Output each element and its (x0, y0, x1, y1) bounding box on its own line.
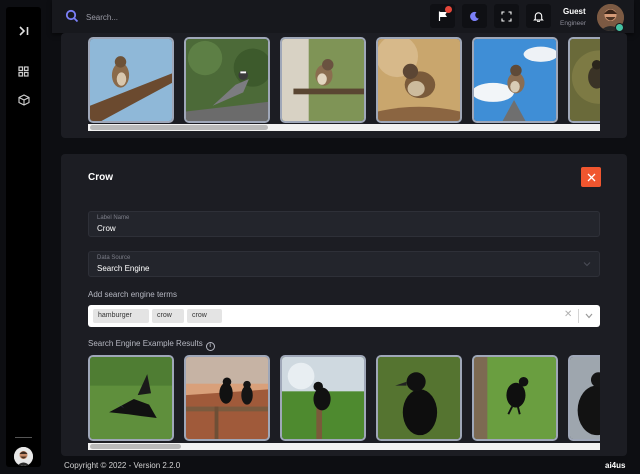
terms-separator (578, 309, 579, 323)
moon-icon (470, 11, 479, 21)
user-role: Engineer (560, 20, 587, 27)
chevron-down-icon[interactable] (583, 260, 591, 268)
sparrow-image-strip[interactable] (88, 37, 600, 123)
data-source-select[interactable]: Data Source Search Engine (88, 251, 600, 277)
crow-image-strip[interactable] (88, 355, 600, 442)
crow-image-4[interactable] (376, 355, 462, 441)
cube-icon[interactable] (6, 85, 41, 115)
chevron-down-icon[interactable] (585, 313, 593, 319)
label-name-field[interactable]: Label Name Crow (88, 211, 600, 237)
crow-image-2[interactable] (184, 355, 270, 441)
sidebar (6, 7, 41, 467)
bell-icon (533, 11, 544, 22)
search-icon (65, 9, 79, 23)
terms-label: Add search engine terms (88, 290, 177, 299)
search-terms-input[interactable]: hamburger crow crow ✕ (88, 305, 600, 327)
field-label: Label Name (97, 215, 130, 221)
sparrow-image-6[interactable] (568, 37, 600, 123)
term-chip[interactable]: crow (152, 309, 184, 323)
term-chip[interactable]: hamburger (93, 309, 149, 323)
sidebar-divider (15, 437, 32, 438)
copyright-text: Copyright © 2022 - Version 2.2.0 (64, 461, 181, 470)
scrollbar-thumb[interactable] (90, 444, 181, 449)
label-panel: Crow Label Name Crow Data Source Search … (61, 154, 627, 456)
term-chip[interactable]: crow (187, 309, 222, 323)
top-header: Guest Engineer (52, 0, 634, 33)
results-label: Search Engine Example Results i (88, 339, 215, 351)
sparrow-image-3[interactable] (280, 37, 366, 123)
flag-button[interactable] (430, 4, 455, 28)
sparrow-image-2[interactable] (184, 37, 270, 123)
label-name-value[interactable]: Crow (97, 224, 116, 233)
sparrow-image-4[interactable] (376, 37, 462, 123)
fullscreen-button[interactable] (494, 4, 519, 28)
crow-image-6[interactable] (568, 355, 600, 441)
fullscreen-icon (501, 10, 512, 22)
results-label-text: Search Engine Example Results (88, 339, 203, 348)
scrollbar-thumb[interactable] (90, 125, 268, 130)
close-icon (587, 173, 595, 181)
close-button[interactable] (581, 167, 601, 187)
field-label: Data Source (97, 255, 131, 261)
sidebar-avatar[interactable] (14, 447, 33, 466)
search-input[interactable] (86, 8, 346, 26)
user-name[interactable]: Guest (563, 7, 586, 16)
sparrow-results-panel (61, 33, 627, 138)
notification-badge (445, 6, 452, 13)
sparrow-image-1[interactable] (88, 37, 174, 123)
theme-toggle-button[interactable] (462, 4, 487, 28)
dashboard-grid-icon[interactable] (6, 56, 41, 86)
online-status-indicator (615, 23, 624, 32)
crow-image-3[interactable] (280, 355, 366, 441)
info-icon[interactable]: i (205, 342, 215, 351)
label-title: Crow (88, 172, 113, 183)
collapse-sidebar-icon[interactable] (6, 16, 41, 46)
sparrow-strip-scrollbar[interactable] (88, 124, 600, 131)
clear-terms-icon[interactable]: ✕ (564, 309, 572, 320)
crow-image-1[interactable] (88, 355, 174, 441)
brand-name: ai4us (605, 461, 626, 470)
data-source-value[interactable]: Search Engine (97, 264, 149, 273)
sparrow-image-5[interactable] (472, 37, 558, 123)
crow-strip-scrollbar[interactable] (88, 443, 600, 450)
notifications-button[interactable] (526, 4, 551, 28)
crow-image-5[interactable] (472, 355, 558, 441)
